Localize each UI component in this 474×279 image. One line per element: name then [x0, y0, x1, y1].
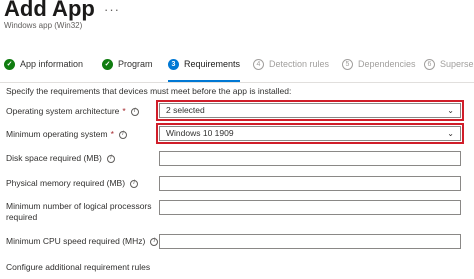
- check-icon: ✓: [102, 58, 113, 70]
- step-number-icon: 6: [424, 58, 435, 70]
- chevron-down-icon: ⌄: [447, 129, 454, 138]
- step-dependencies[interactable]: 5 Dependencies: [342, 56, 416, 72]
- step-detection-rules[interactable]: 4 Detection rules: [253, 56, 329, 72]
- min-os-value: Windows 10 1909: [166, 128, 234, 138]
- step-label: Requirements: [184, 59, 241, 69]
- disk-space-input[interactable]: [159, 151, 461, 166]
- logical-processors-label-line2: required: [6, 212, 38, 222]
- os-architecture-value: 2 selected: [166, 105, 205, 115]
- requirements-intro: Specify the requirements that devices mu…: [6, 86, 292, 96]
- cpu-speed-label: Minimum CPU speed required (MHz) i: [6, 236, 159, 247]
- step-number-icon: 3: [168, 58, 179, 70]
- step-label: Superse: [440, 59, 474, 69]
- logical-processors-label: Minimum number of logical processors req…: [6, 201, 152, 223]
- step-label: App information: [20, 59, 84, 69]
- info-icon[interactable]: i: [130, 179, 139, 188]
- step-label: Detection rules: [269, 59, 330, 69]
- min-os-select[interactable]: Windows 10 1909 ⌄: [159, 126, 461, 141]
- cpu-speed-input[interactable]: [159, 234, 461, 249]
- info-icon[interactable]: i: [106, 154, 115, 163]
- step-label: Program: [118, 59, 153, 69]
- required-mark: *: [110, 129, 114, 139]
- additional-rules-heading: Configure additional requirement rules: [6, 262, 151, 272]
- step-supersedence[interactable]: 6 Superse: [424, 56, 474, 72]
- step-label: Dependencies: [358, 59, 416, 69]
- active-step-indicator: [168, 80, 240, 82]
- check-icon: ✓: [4, 58, 15, 70]
- physical-memory-label-text: Physical memory required (MB): [6, 178, 126, 188]
- disk-space-label: Disk space required (MB) i: [6, 153, 115, 164]
- cpu-speed-label-text: Minimum CPU speed required (MHz): [6, 236, 146, 246]
- logical-processors-input[interactable]: [159, 200, 461, 215]
- page-subtitle: Windows app (Win32): [4, 21, 83, 30]
- physical-memory-input[interactable]: [159, 176, 461, 191]
- os-architecture-select[interactable]: 2 selected ⌄: [159, 103, 461, 118]
- step-requirements[interactable]: 3 Requirements: [168, 56, 240, 72]
- required-mark: *: [122, 106, 126, 116]
- step-app-information[interactable]: ✓ App information: [4, 56, 83, 72]
- chevron-down-icon: ⌄: [447, 106, 454, 115]
- step-number-icon: 4: [253, 58, 264, 70]
- step-number-icon: 5: [342, 58, 353, 70]
- min-os-label-text: Minimum operating system: [6, 129, 108, 139]
- page-title: Add App: [4, 0, 95, 21]
- step-program[interactable]: ✓ Program: [102, 56, 153, 72]
- os-architecture-label-text: Operating system architecture: [6, 106, 120, 116]
- physical-memory-label: Physical memory required (MB) i: [6, 178, 139, 189]
- os-architecture-label: Operating system architecture * i: [6, 106, 139, 117]
- disk-space-label-text: Disk space required (MB): [6, 153, 102, 163]
- wizard-steps: ✓ App information ✓ Program 3 Requiremen…: [0, 52, 474, 83]
- info-icon[interactable]: i: [150, 237, 159, 246]
- info-icon[interactable]: i: [118, 130, 127, 139]
- more-options-icon[interactable]: ···: [104, 2, 120, 17]
- min-os-label: Minimum operating system * i: [6, 129, 127, 140]
- logical-processors-label-line1: Minimum number of logical processors: [6, 201, 152, 211]
- info-icon[interactable]: i: [130, 107, 139, 116]
